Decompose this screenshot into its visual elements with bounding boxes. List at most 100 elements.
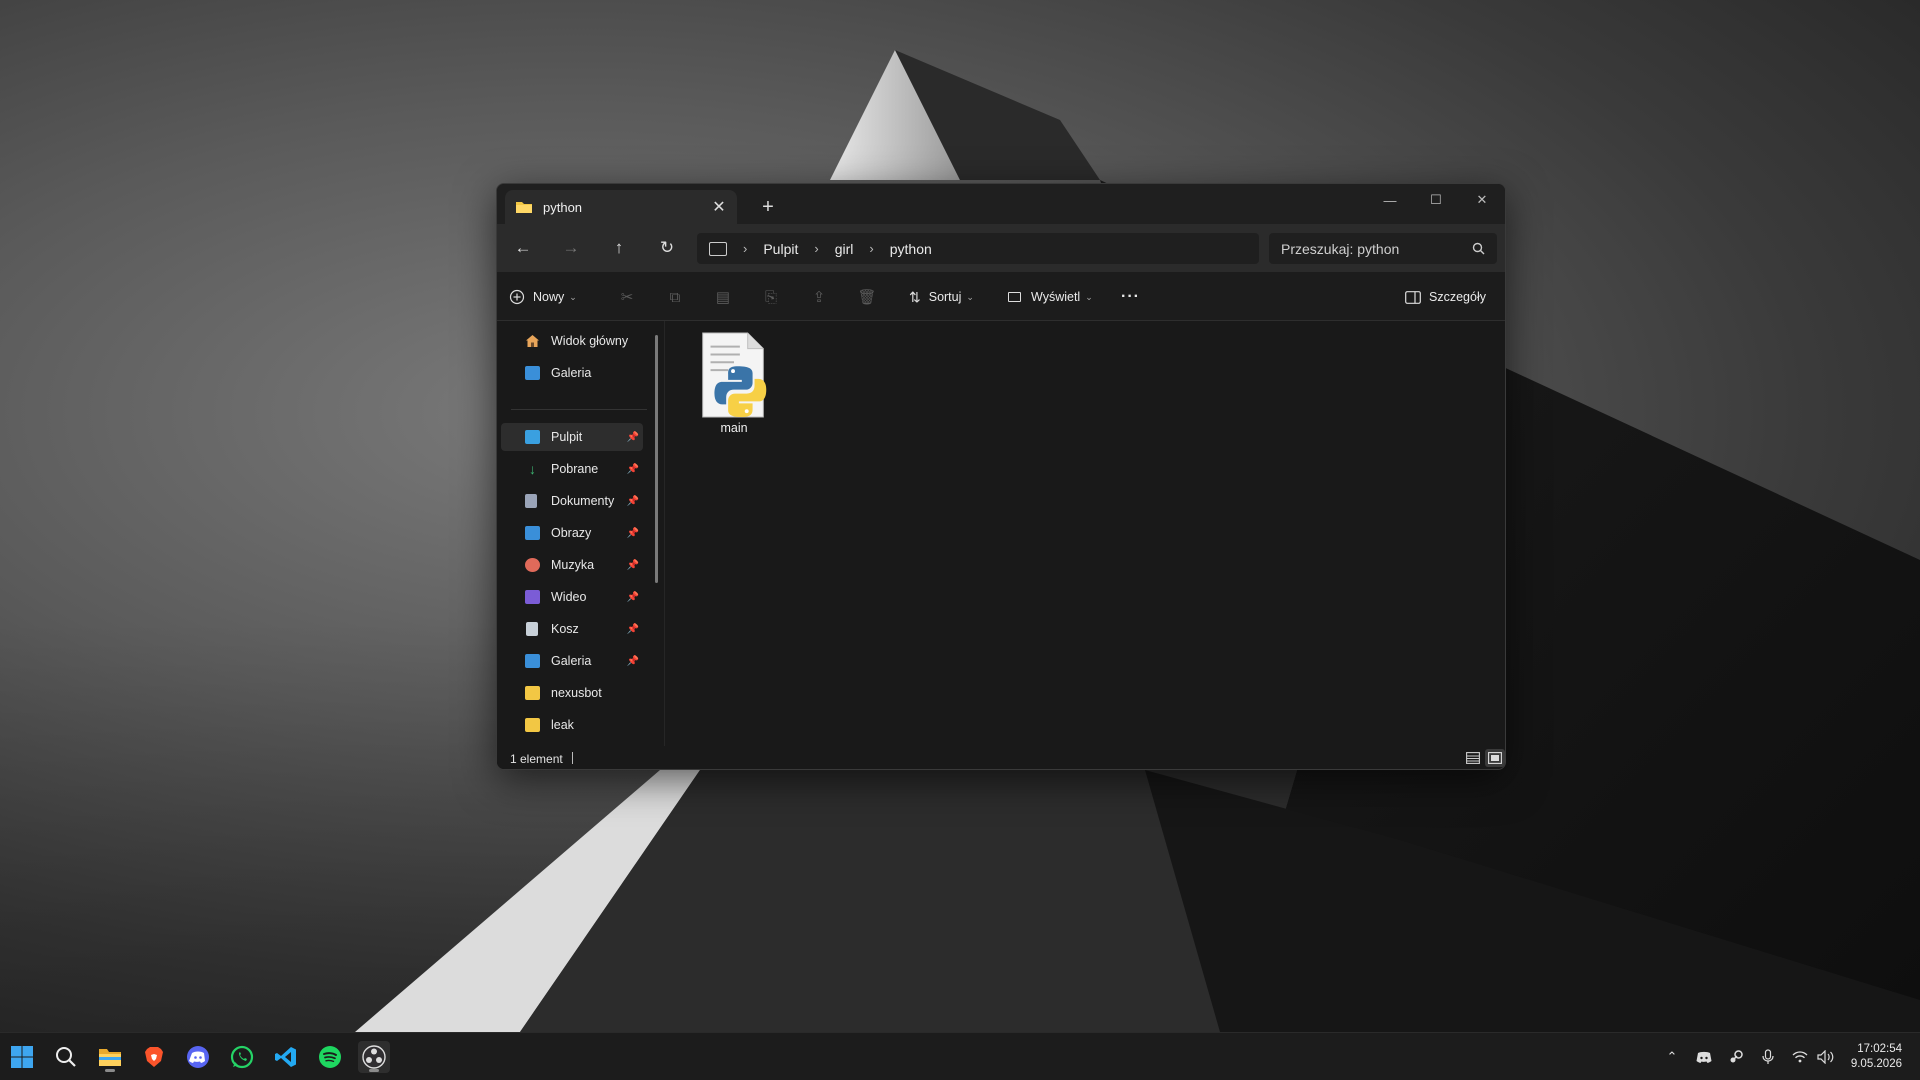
folder-icon	[525, 686, 540, 700]
taskbar-discord[interactable]	[182, 1041, 214, 1073]
taskbar-vscode[interactable]	[270, 1041, 302, 1073]
pin-icon[interactable]: 📌	[627, 528, 639, 539]
sidebar-scrollbar[interactable]	[655, 335, 658, 583]
sidebar-item-pobrane[interactable]: ↓ Pobrane 📌	[501, 455, 643, 483]
pin-icon[interactable]: 📌	[627, 464, 639, 475]
taskbar-obs[interactable]	[358, 1041, 390, 1073]
sidebar-item-muzyka[interactable]: Muzyka 📌	[501, 551, 643, 579]
sidebar-item-pulpit[interactable]: Pulpit 📌	[501, 423, 643, 451]
start-button[interactable]	[6, 1041, 38, 1073]
whatsapp-icon	[230, 1045, 254, 1069]
minimize-button[interactable]: —	[1367, 184, 1413, 216]
tiles-view-icon	[1488, 752, 1502, 764]
breadcrumb-separator[interactable]: ›	[814, 241, 818, 256]
sidebar-item-label: Wideo	[551, 590, 587, 604]
paste-icon[interactable]: ▤	[710, 284, 736, 310]
sidebar-item-gallery[interactable]: Galeria	[501, 359, 643, 387]
taskbar-brave[interactable]	[138, 1041, 170, 1073]
sidebar-item-nexusbot[interactable]: nexusbot	[501, 679, 643, 707]
start-icon	[11, 1046, 33, 1068]
navigation-pane: Widok główny Galeria Pulpit 📌 ↓ Pobrane …	[497, 321, 665, 746]
sidebar-item-kosz[interactable]: Kosz 📌	[501, 615, 643, 643]
new-tab-button[interactable]: +	[755, 194, 781, 220]
breadcrumb-separator[interactable]: ›	[743, 241, 747, 256]
this-pc-icon[interactable]	[709, 241, 727, 256]
breadcrumb-separator[interactable]: ›	[869, 241, 873, 256]
microphone-icon[interactable]	[1758, 1047, 1778, 1067]
up-button[interactable]: ↑	[605, 234, 633, 262]
search-icon	[1472, 242, 1485, 255]
navigation-bar: ← → ↑ ↻ › Pulpit › girl › python Przeszu…	[497, 224, 1505, 272]
wifi-icon[interactable]	[1790, 1047, 1810, 1067]
forward-button[interactable]: →	[557, 234, 585, 262]
details-label: Szczegóły	[1429, 290, 1486, 304]
back-button[interactable]: ←	[509, 234, 537, 262]
address-bar[interactable]: › Pulpit › girl › python	[697, 233, 1259, 264]
rename-icon[interactable]: ⎘	[758, 284, 784, 310]
view-button[interactable]: Wyświetl ⌄	[1008, 284, 1093, 310]
maximize-button[interactable]: ☐	[1413, 184, 1459, 216]
breadcrumb-pulpit[interactable]: Pulpit	[763, 241, 798, 257]
pin-icon[interactable]: 📌	[627, 432, 639, 443]
cut-icon[interactable]: ✂	[614, 284, 640, 310]
sidebar-item-label: Obrazy	[551, 526, 592, 540]
sidebar-item-galeria[interactable]: Galeria 📌	[501, 647, 643, 675]
new-button[interactable]: Nowy ⌄	[509, 284, 577, 310]
sidebar-item-leak[interactable]: leak	[501, 711, 643, 739]
discord-tray-icon[interactable]	[1694, 1047, 1714, 1067]
sort-button[interactable]: ⇅ Sortuj ⌄	[909, 284, 974, 310]
taskbar-search-button[interactable]	[50, 1041, 82, 1073]
spotify-icon	[319, 1046, 341, 1068]
pictures-icon	[525, 526, 540, 540]
refresh-button[interactable]: ↻	[653, 234, 681, 262]
vscode-icon	[275, 1047, 296, 1067]
pin-icon[interactable]: 📌	[627, 560, 639, 571]
pin-icon[interactable]: 📌	[627, 496, 639, 507]
share-icon[interactable]: ⇪	[806, 284, 832, 310]
details-view-button[interactable]	[1463, 749, 1483, 767]
sidebar-item-label: Pulpit	[551, 430, 583, 444]
home-icon	[525, 334, 540, 348]
download-icon: ↓	[529, 461, 536, 477]
sidebar-item-label: Dokumenty	[551, 494, 615, 508]
taskbar-file-explorer[interactable]	[94, 1041, 126, 1073]
search-box[interactable]: Przeszukaj: python	[1269, 233, 1497, 264]
taskbar: ⌃ 17:02:54 9.05.2026	[0, 1032, 1920, 1080]
large-icons-view-button[interactable]	[1485, 749, 1505, 767]
discord-icon	[187, 1046, 209, 1068]
tab-close-icon[interactable]: ✕	[707, 195, 731, 219]
steam-tray-icon[interactable]	[1726, 1047, 1746, 1067]
sidebar-item-label: Widok główny	[551, 334, 629, 348]
sort-label: Sortuj	[928, 290, 962, 304]
volume-icon[interactable]	[1816, 1047, 1836, 1067]
tab-python[interactable]: python ✕	[505, 190, 737, 224]
chevron-down-icon: ⌄	[966, 291, 974, 302]
sidebar-item-home[interactable]: Widok główny	[501, 327, 643, 355]
item-count: 1 element	[510, 752, 563, 766]
pin-icon[interactable]: 📌	[627, 592, 639, 603]
sidebar-item-label: Kosz	[551, 622, 579, 636]
file-item-main[interactable]: main	[694, 331, 774, 435]
taskbar-whatsapp[interactable]	[226, 1041, 258, 1073]
sidebar-item-obrazy[interactable]: Obrazy 📌	[501, 519, 643, 547]
search-input[interactable]: Przeszukaj: python	[1281, 241, 1472, 257]
delete-icon[interactable]: 🗑	[854, 284, 880, 310]
copy-icon[interactable]: ⧉	[662, 284, 688, 310]
pin-icon[interactable]: 📌	[627, 656, 639, 667]
breadcrumb-girl[interactable]: girl	[835, 241, 854, 257]
details-button[interactable]: Szczegóły	[1405, 284, 1486, 310]
system-clock[interactable]: 17:02:54 9.05.2026	[1851, 1042, 1902, 1072]
add-icon	[509, 289, 525, 305]
sidebar-item-wideo[interactable]: Wideo 📌	[501, 583, 643, 611]
breadcrumb-python[interactable]: python	[890, 241, 932, 257]
more-options-button[interactable]: ···	[1121, 284, 1140, 310]
taskbar-spotify[interactable]	[314, 1041, 346, 1073]
search-icon	[56, 1047, 76, 1067]
view-icon	[1008, 292, 1021, 302]
title-bar[interactable]: python ✕ + — ☐ ✕	[497, 184, 1505, 224]
list-view-icon	[1466, 752, 1480, 764]
sidebar-item-dokumenty[interactable]: Dokumenty 📌	[501, 487, 643, 515]
show-hidden-icons-button[interactable]: ⌃	[1662, 1047, 1682, 1067]
close-button[interactable]: ✕	[1459, 184, 1505, 216]
pin-icon[interactable]: 📌	[627, 624, 639, 635]
